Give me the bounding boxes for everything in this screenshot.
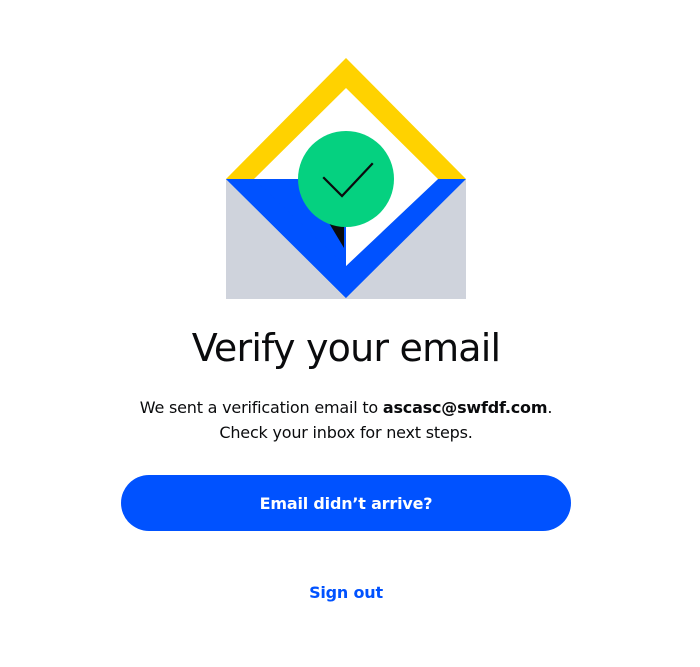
envelope-checkmark-icon [226, 58, 466, 300]
email-address: ascasc@swfdf.com [382, 398, 548, 417]
verification-message: We sent a verification email to ascasc@s… [120, 395, 572, 445]
check-circle [298, 131, 394, 227]
sign-out-link[interactable]: Sign out [296, 577, 396, 607]
page-title: Verify your email [191, 326, 501, 370]
email-didnt-arrive-button[interactable]: Email didn’t arrive? [121, 475, 571, 531]
message-before: We sent a verification email to [139, 398, 383, 417]
